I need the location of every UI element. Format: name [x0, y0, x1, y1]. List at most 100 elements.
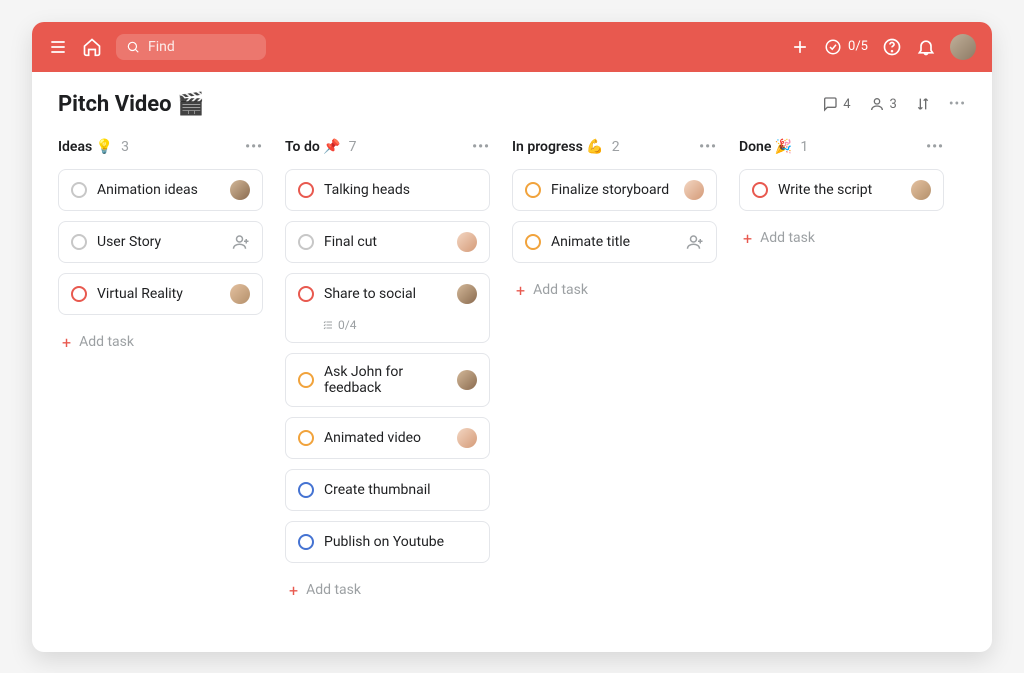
complete-circle[interactable] [525, 234, 541, 250]
task-title: Finalize storyboard [551, 182, 674, 198]
assign-user-icon[interactable] [232, 233, 250, 251]
complete-circle[interactable] [71, 286, 87, 302]
complete-circle[interactable] [525, 182, 541, 198]
add-task-label: Add task [533, 282, 588, 298]
column-count: 1 [800, 139, 808, 155]
comments-button[interactable]: 4 [822, 96, 850, 112]
complete-circle[interactable] [298, 482, 314, 498]
complete-circle[interactable] [71, 234, 87, 250]
members-button[interactable]: 3 [869, 96, 897, 112]
column-more-button[interactable]: ••• [472, 139, 490, 155]
assignee-avatar[interactable] [457, 428, 477, 448]
complete-circle[interactable] [298, 234, 314, 250]
complete-circle[interactable] [298, 534, 314, 550]
goals-indicator[interactable]: 0/5 [824, 38, 868, 56]
task-card[interactable]: Animated video [285, 417, 490, 459]
task-card[interactable]: Final cut [285, 221, 490, 263]
user-avatar[interactable] [950, 34, 976, 60]
column-header[interactable]: To do 📌 7 ••• [285, 139, 490, 155]
board-column: Ideas 💡 3 ••• Animation ideas User Story Virt… [58, 139, 263, 606]
column-count: 7 [349, 139, 357, 155]
search-icon [126, 40, 140, 54]
add-task-label: Add task [306, 582, 361, 598]
task-title: Animated video [324, 430, 447, 446]
column-title: Ideas 💡 [58, 139, 113, 155]
complete-circle[interactable] [298, 372, 314, 388]
task-card[interactable]: User Story [58, 221, 263, 263]
complete-circle[interactable] [298, 182, 314, 198]
assignee-avatar[interactable] [457, 232, 477, 252]
task-title: Create thumbnail [324, 482, 477, 498]
complete-circle[interactable] [752, 182, 768, 198]
task-card[interactable]: Publish on Youtube [285, 521, 490, 563]
assignee-avatar[interactable] [230, 180, 250, 200]
app-window: Find 0/5 Pitch Video 🎬 [32, 22, 992, 652]
column-header[interactable]: Done 🎉1••• [739, 139, 944, 155]
task-card[interactable]: Talking heads [285, 169, 490, 211]
column-count: 2 [612, 139, 620, 155]
task-card[interactable]: Animation ideas [58, 169, 263, 211]
comments-count: 4 [843, 97, 850, 112]
add-task-button[interactable]: + Add task [58, 327, 263, 358]
column-title: To do 📌 [285, 139, 341, 155]
bell-icon[interactable] [916, 37, 936, 57]
page-header: Pitch Video 🎬 4 3 ••• [58, 92, 966, 117]
column-more-button[interactable]: ••• [699, 139, 717, 155]
assignee-avatar[interactable] [457, 284, 477, 304]
column-header[interactable]: In progress 💪 2 ••• [512, 139, 717, 155]
add-task-button[interactable]: +Add task [739, 223, 944, 254]
page-title: Pitch Video 🎬 [58, 92, 204, 117]
add-task-button[interactable]: + Add task [285, 575, 490, 606]
members-count: 3 [890, 97, 897, 112]
task-title: Animate title [551, 234, 676, 250]
search-input[interactable]: Find [116, 34, 266, 60]
task-card[interactable]: Share to social 0/4 [285, 273, 490, 343]
page-actions: 4 3 ••• [822, 96, 966, 112]
column-more-button[interactable]: ••• [926, 139, 944, 155]
plus-icon[interactable] [790, 37, 810, 57]
column-title: In progress 💪 [512, 139, 604, 155]
help-icon[interactable] [882, 37, 902, 57]
search-placeholder: Find [148, 39, 175, 55]
task-title: Publish on Youtube [324, 534, 477, 550]
assignee-avatar[interactable] [230, 284, 250, 304]
complete-circle[interactable] [71, 182, 87, 198]
content-area: Pitch Video 🎬 4 3 ••• Ideas 💡 3 ••• Animati… [32, 72, 992, 652]
task-title: Talking heads [324, 182, 477, 198]
task-card[interactable]: Finalize storyboard [512, 169, 717, 211]
assignee-avatar[interactable] [911, 180, 931, 200]
sort-button[interactable] [915, 96, 931, 112]
menu-icon[interactable] [48, 37, 68, 57]
column-more-button[interactable]: ••• [245, 139, 263, 155]
assign-user-icon[interactable] [686, 233, 704, 251]
task-card[interactable]: Ask John for feedback [285, 353, 490, 407]
plus-icon: + [62, 333, 71, 352]
complete-circle[interactable] [298, 430, 314, 446]
task-title: Virtual Reality [97, 286, 220, 302]
subtask-indicator: 0/4 [322, 318, 477, 332]
task-title: User Story [97, 234, 222, 250]
add-task-label: Add task [79, 334, 134, 350]
task-title: Animation ideas [97, 182, 220, 198]
task-title: Ask John for feedback [324, 364, 447, 396]
column-count: 3 [121, 139, 129, 155]
task-title: Share to social [324, 286, 447, 302]
plus-icon: + [743, 229, 752, 248]
board: Ideas 💡 3 ••• Animation ideas User Story Virt… [58, 139, 966, 606]
column-header[interactable]: Ideas 💡 3 ••• [58, 139, 263, 155]
board-column: To do 📌 7 ••• Talking heads Final cut Share t… [285, 139, 490, 606]
home-icon[interactable] [82, 37, 102, 57]
complete-circle[interactable] [298, 286, 314, 302]
goals-count: 0/5 [848, 39, 868, 54]
assignee-avatar[interactable] [684, 180, 704, 200]
task-card[interactable]: Virtual Reality [58, 273, 263, 315]
task-card[interactable]: Animate title [512, 221, 717, 263]
task-card[interactable]: Write the script [739, 169, 944, 211]
plus-icon: + [289, 581, 298, 600]
assignee-avatar[interactable] [457, 370, 477, 390]
add-task-button[interactable]: + Add task [512, 275, 717, 306]
task-card[interactable]: Create thumbnail [285, 469, 490, 511]
board-column: In progress 💪 2 ••• Finalize storyboard Anim… [512, 139, 717, 606]
more-button[interactable]: ••• [949, 96, 966, 112]
plus-icon: + [516, 281, 525, 300]
